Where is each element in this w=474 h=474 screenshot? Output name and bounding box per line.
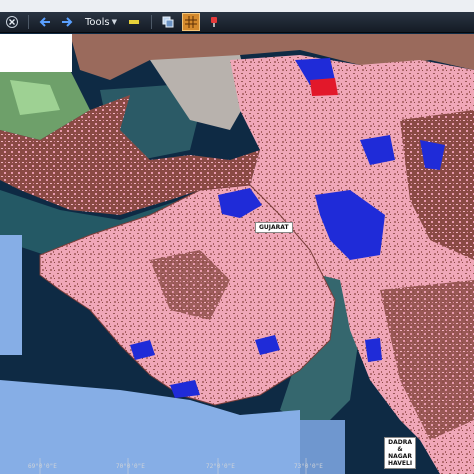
tools-menu-button[interactable]: Tools ▼ (81, 14, 121, 30)
map-viewport[interactable] (0, 34, 474, 474)
window-top-strip (0, 0, 474, 12)
grid-icon[interactable] (182, 13, 201, 31)
chevron-down-icon: ▼ (111, 18, 118, 26)
red-feature (310, 78, 338, 96)
forward-arrow-icon[interactable] (59, 14, 75, 30)
graticule-label: 72°0'0"E (206, 463, 235, 470)
dadra-label-line4: HAVELI (388, 460, 413, 467)
tools-menu-label: Tools (85, 16, 110, 28)
graticule-label: 70°0'0"E (116, 463, 145, 470)
back-arrow-icon[interactable] (37, 14, 53, 30)
water-body (365, 338, 382, 362)
nodata-white-corner (0, 34, 72, 72)
toolbar-separator (151, 15, 153, 29)
dadra-label-line1: DADRA (388, 439, 412, 446)
close-icon[interactable] (4, 14, 20, 30)
graticule-label: 73°0'0"E (294, 463, 323, 470)
map-toolbar: Tools ▼ (0, 12, 474, 33)
gujarat-label: GUJARAT (255, 222, 293, 233)
layers-icon[interactable] (160, 14, 176, 30)
dadra-label-line2: & (397, 446, 403, 453)
nodata-west (0, 235, 22, 355)
pin-icon[interactable] (206, 14, 222, 30)
satellite-map (0, 34, 474, 474)
toolbar-separator (28, 15, 29, 29)
dadra-label: DADRA & NAGAR HAVELI (384, 437, 417, 469)
graticule-label: 69°0'0"E (28, 463, 57, 470)
gujarat-label-text: GUJARAT (259, 224, 289, 231)
pencil-icon[interactable] (127, 14, 143, 30)
dadra-label-line3: NAGAR (388, 453, 412, 460)
